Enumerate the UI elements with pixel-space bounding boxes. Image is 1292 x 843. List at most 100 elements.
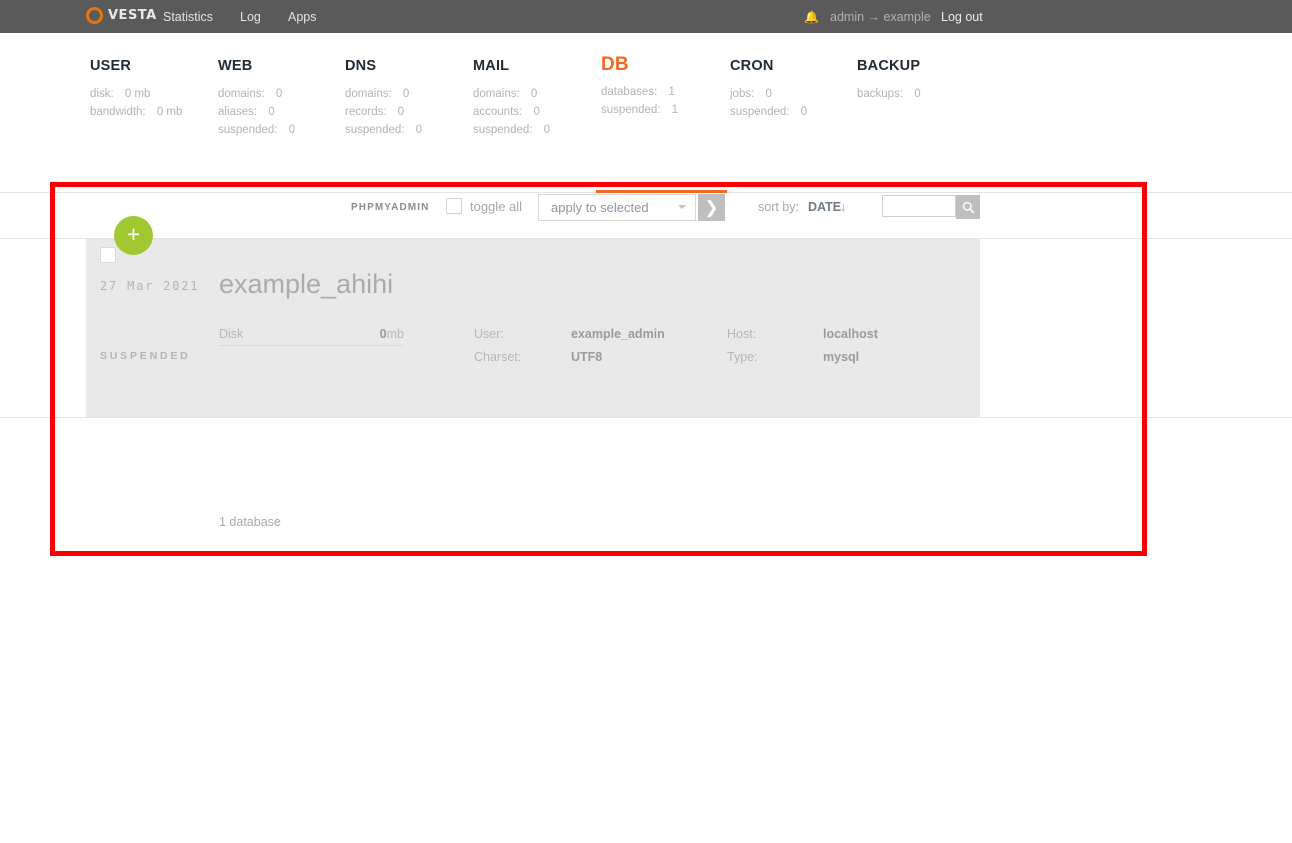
toggle-all-label[interactable]: toggle all (470, 199, 522, 214)
apply-go-button[interactable]: ❯ (698, 194, 725, 221)
stat-row: domains: 0 (345, 88, 422, 100)
stat-row: domains: 0 (473, 88, 550, 100)
list-toolbar: PHPMYADMIN toggle all apply to selected … (0, 193, 1292, 238)
stat-value: 0 (914, 88, 921, 100)
stat-value: 0 (800, 106, 808, 118)
stat-key: databases: (601, 86, 658, 98)
stat-key: jobs: (730, 88, 755, 100)
field-value: example_admin (571, 327, 665, 341)
disk-usage-row: Disk 0mb (219, 327, 404, 341)
stat-key: domains: (473, 88, 520, 100)
database-name[interactable]: example_ahihi (219, 269, 393, 300)
database-list-item[interactable]: 27 Mar 2021 SUSPENDED example_ahihi Disk… (86, 239, 980, 417)
phpmyadmin-link[interactable]: PHPMYADMIN (351, 202, 429, 213)
stat-title-web: WEB (218, 58, 253, 74)
stat-row: jobs: 0 (730, 88, 807, 100)
database-count-label: 1 database (219, 515, 281, 529)
stat-column-db[interactable]: DB databases: 1 suspended: 1 (601, 54, 679, 122)
stat-value: 0 (275, 88, 283, 100)
stat-title-backup: BACKUP (857, 58, 921, 74)
stat-value: 0 (533, 106, 540, 118)
stat-key: suspended: (730, 106, 790, 118)
status-badge: SUSPENDED (100, 350, 191, 362)
stat-column-cron[interactable]: CRON jobs: 0 suspended: 0 (730, 58, 807, 124)
vesta-logo-text: VESTA (108, 8, 157, 23)
add-database-button[interactable]: + (114, 216, 153, 255)
disk-value: 0mb (379, 327, 404, 341)
stat-key: disk: (90, 88, 114, 100)
field-charset: Charset: UTF8 (474, 350, 602, 364)
sort-direction-icon[interactable]: ↓ (840, 199, 847, 214)
stat-column-backup[interactable]: BACKUP backups: 0 (857, 58, 921, 106)
field-label: Host: (727, 327, 757, 341)
divider-bottom (0, 417, 1292, 418)
stat-value: 0 (268, 106, 275, 118)
chevron-down-icon (678, 205, 686, 209)
stat-row: bandwidth: 0 mb (90, 106, 182, 118)
row-select-checkbox[interactable] (100, 247, 116, 263)
stat-value: 1 (668, 86, 675, 98)
database-date: 27 Mar 2021 (100, 279, 200, 293)
stat-title-db: DB (601, 54, 629, 75)
stat-column-web[interactable]: WEB domains: 0 aliases: 0 suspended: 0 (218, 58, 295, 142)
stat-value: 1 (671, 104, 679, 116)
stat-key: accounts: (473, 106, 523, 118)
logout-button[interactable]: Log out (941, 10, 983, 24)
field-type: Type: mysql (727, 350, 859, 364)
search-input[interactable] (882, 195, 956, 217)
stat-key: suspended: (601, 104, 661, 116)
search-icon (962, 201, 974, 213)
disk-divider (219, 345, 404, 346)
search-button[interactable] (956, 195, 980, 219)
stat-value: 0 (402, 88, 410, 100)
field-user: User: example_admin (474, 327, 665, 341)
stat-key: domains: (345, 88, 392, 100)
top-navigation-bar: VESTA Statistics Log Apps 🔔 admin → exam… (0, 0, 1292, 33)
bell-icon[interactable]: 🔔 (804, 10, 819, 24)
sort-by-value[interactable]: DATE (808, 200, 841, 214)
stat-value: 0 (288, 124, 296, 136)
field-value: localhost (823, 327, 878, 341)
stat-value: 0 (397, 106, 405, 118)
stat-row: suspended: 0 (218, 124, 295, 136)
stats-panel: USER disk: 0 mb bandwidth: 0 mb WEB doma… (0, 33, 1292, 182)
stat-value: 0 (765, 88, 772, 100)
stat-row: domains: 0 (218, 88, 295, 100)
stat-title-dns: DNS (345, 58, 377, 74)
chevron-right-icon: ❯ (704, 198, 719, 217)
field-label: Charset: (474, 350, 522, 364)
stat-column-mail[interactable]: MAIL domains: 0 accounts: 0 suspended: 0 (473, 58, 550, 142)
stat-key: domains: (218, 88, 265, 100)
field-value: mysql (823, 350, 860, 364)
toggle-all-checkbox[interactable] (446, 198, 462, 214)
stat-value: 0 mb (156, 106, 183, 118)
field-label: Type: (727, 350, 758, 364)
apply-to-selected-dropdown[interactable]: apply to selected (538, 194, 696, 221)
stat-row: aliases: 0 (218, 106, 295, 118)
user-switch-label[interactable]: admin → example (830, 10, 931, 24)
field-host: Host: localhost (727, 327, 878, 341)
stat-title-user: USER (90, 58, 132, 74)
stat-key: suspended: (473, 124, 533, 136)
stat-key: bandwidth: (90, 106, 146, 118)
stat-row: suspended: 0 (473, 124, 550, 136)
stat-value: 0 mb (124, 88, 151, 100)
stat-column-user[interactable]: USER disk: 0 mb bandwidth: 0 mb (90, 58, 182, 124)
disk-label: Disk (219, 327, 244, 341)
nav-item-apps[interactable]: Apps (288, 10, 317, 24)
stat-row: accounts: 0 (473, 106, 550, 118)
stat-row: suspended: 0 (730, 106, 807, 118)
nav-item-statistics[interactable]: Statistics (163, 10, 213, 24)
stat-key: aliases: (218, 106, 257, 118)
stat-row: databases: 1 (601, 86, 678, 98)
stat-column-dns[interactable]: DNS domains: 0 records: 0 suspended: 0 (345, 58, 422, 142)
stat-title-mail: MAIL (473, 58, 510, 74)
vesta-logo[interactable]: VESTA (86, 7, 157, 24)
stat-value: 0 (415, 124, 423, 136)
stat-value: 0 (530, 88, 538, 100)
nav-item-log[interactable]: Log (240, 10, 261, 24)
vesta-ring-icon (86, 7, 103, 24)
stat-key: backups: (857, 88, 904, 100)
stat-row: backups: 0 (857, 88, 921, 100)
sort-by-label: sort by: (758, 200, 799, 214)
